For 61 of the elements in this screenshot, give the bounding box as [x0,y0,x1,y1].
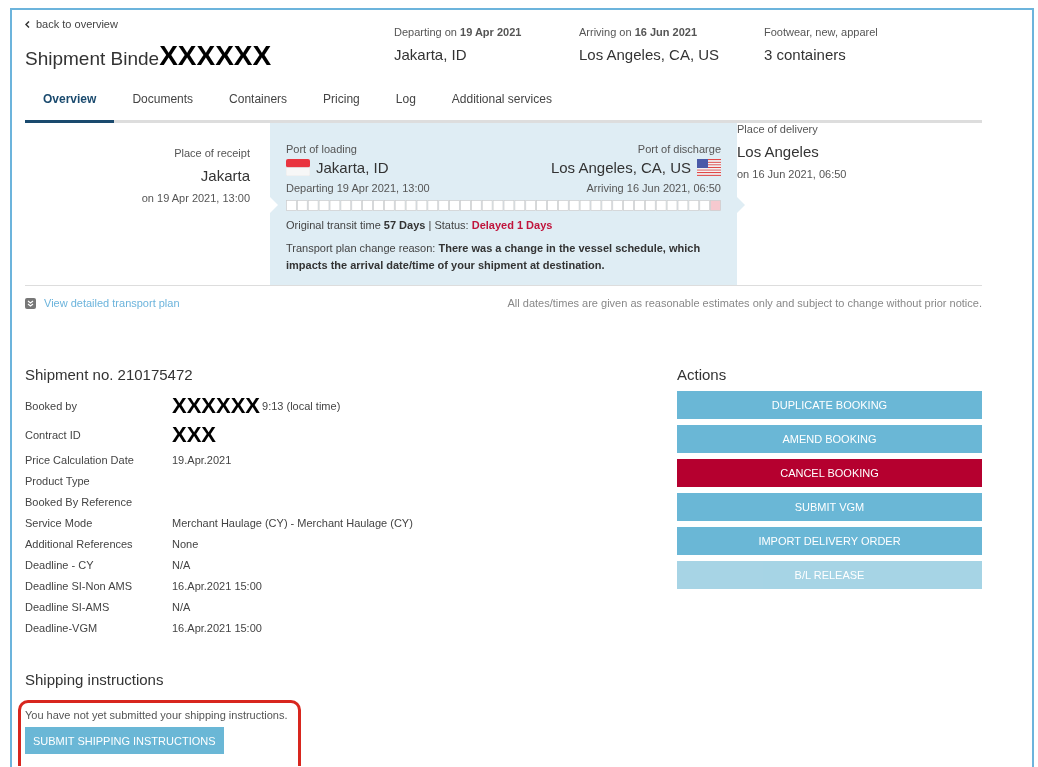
place-value: Jakarta [200,167,250,184]
detail-label: Booked By Reference [25,495,133,509]
section-title: Shipment no. 210175472 [25,366,194,383]
flag-icon [286,159,310,176]
tab[interactable]: Containers [211,84,306,123]
arrival-time: Arriving 16 Jun 2021, 06:50 [586,182,721,194]
tab[interactable]: Overview [25,84,115,123]
detail-label: Deadline SI-Non AMS [25,579,133,593]
detail-label: Additional References [25,537,134,551]
transit-status: Original transit time 57 Days | Status: Delayed 1 Days [286,218,554,233]
detail-value: Merchant Haulage (CY) - Merchant Haulage (CY) [172,516,413,530]
expand-icon [25,297,36,309]
port-label: Port of discharge [637,143,721,155]
summary-value: Los Angeles, CA, US [579,46,721,63]
summary-label: Footwear, new, apparel [764,26,879,38]
section-title: Actions [677,366,728,383]
detail-value: N/A [172,558,191,572]
place-date: on 19 Apr 2021, 13:00 [141,192,250,204]
detail-label: Contract ID [25,428,82,443]
port-label: Port of loading [286,143,357,155]
action-button[interactable]: CANCEL BOOKING [677,459,982,487]
detail-label: Service Mode [25,516,94,530]
change-reason: Transport plan change reason: There was a change in the vessel schedule, which impacts the arrival date/time of your shipment at destination. [286,241,702,273]
place-date: on 16 Jun 2021, 06:50 [737,168,847,180]
instructions-message: You have not yet submitted your shipping instructions. [25,709,288,721]
detail-label: Deadline-VGM [25,621,99,635]
detail-value: 16.Apr.2021 15:00 [172,579,262,593]
disclaimer: All dates/times are given as reasonable estimates only and subject to change without prior notice. [507,297,982,309]
port-value: Los Angeles, CA, US [550,159,691,176]
redaction-mark: XXXXXX [172,395,261,417]
detail-value: N/A [172,600,191,614]
tab[interactable]: Log [377,84,434,123]
place-label: Place of delivery [737,123,818,135]
chevron-left-icon [25,20,30,28]
detail-value: 16.Apr.2021 15:00 [172,621,262,635]
detail-label: Product Type [25,474,91,488]
place-value: Los Angeles [737,143,819,160]
flag-icon [697,159,721,176]
detail-label: Price Calculation Date [25,453,135,467]
redaction-mark: XXXXXX [159,42,272,70]
place-label: Place of receipt [174,147,250,159]
summary-label: Arriving on 16 Jun 2021 [579,26,698,38]
detail-label: Deadline - CY [25,558,95,572]
redaction-mark: XXX [172,424,217,446]
detail-label: Deadline SI-AMS [25,600,111,614]
detail-value: None [172,537,199,551]
panel-notch [270,197,278,213]
shipment-title: Shipment Binde [25,48,160,70]
summary-value: 3 containers [764,46,847,63]
detail-value: 9:13 (local time) [262,399,341,413]
tab[interactable]: Pricing [305,84,378,123]
back-link[interactable]: back to overview [25,18,394,30]
detail-value: 19.Apr.2021 [172,453,232,467]
summary-value: Jakarta, ID [394,46,468,63]
port-value: Jakarta, ID [316,159,389,176]
summary-label: Departing on 19 Apr 2021 [394,26,523,38]
section-title: Shipping instructions [25,671,165,688]
detail-label: Booked by [25,399,78,414]
tab[interactable]: Documents [114,84,212,123]
tab[interactable]: Additional services [433,84,570,123]
departure-time: Departing 19 Apr 2021, 13:00 [286,182,430,194]
